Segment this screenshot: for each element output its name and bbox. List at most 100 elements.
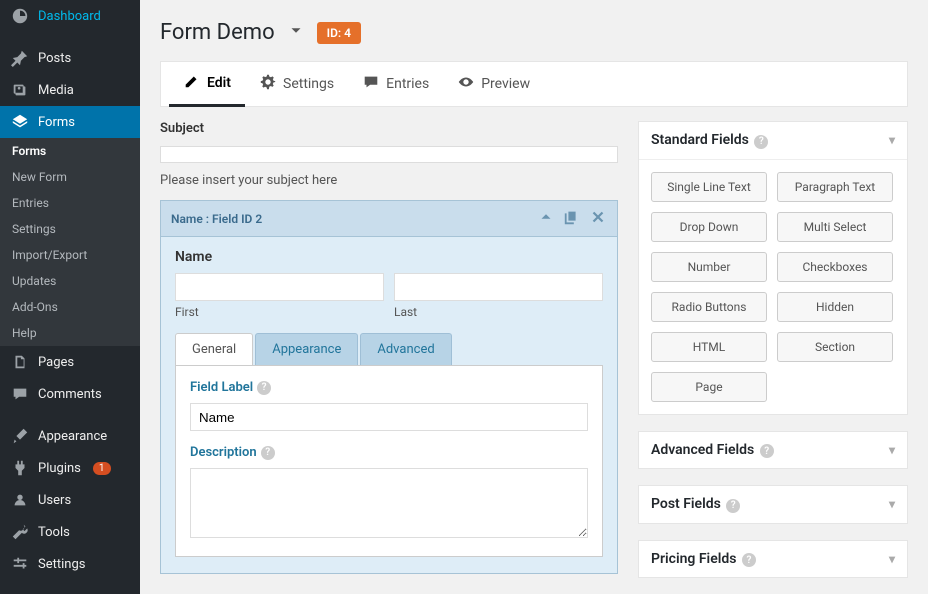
panel-body: Single Line Text Paragraph Text Drop Dow… bbox=[639, 160, 907, 414]
speech-icon bbox=[362, 73, 380, 95]
panel-title: Pricing Fields bbox=[651, 551, 736, 567]
help-icon[interactable]: ? bbox=[726, 499, 740, 513]
sidebar-sub-label: Forms bbox=[12, 144, 46, 158]
brush-icon bbox=[10, 426, 30, 446]
eye-icon bbox=[457, 73, 475, 95]
last-name-input[interactable] bbox=[394, 273, 603, 301]
field-settings-panel: Field Label ? Description ? bbox=[175, 365, 603, 557]
field-btn-label: Hidden bbox=[816, 300, 854, 314]
tab-preview[interactable]: Preview bbox=[443, 61, 544, 107]
sidebar-sub-forms[interactable]: Forms bbox=[0, 138, 140, 164]
help-icon[interactable]: ? bbox=[261, 446, 275, 460]
close-icon[interactable] bbox=[589, 208, 607, 229]
help-icon[interactable]: ? bbox=[760, 444, 774, 458]
panel-header[interactable]: Standard Fields ? ▾ bbox=[639, 122, 907, 160]
duplicate-icon[interactable] bbox=[563, 208, 581, 229]
panel-header[interactable]: Post Fields ? ▾ bbox=[639, 486, 907, 523]
field-btn-label: Page bbox=[695, 380, 722, 394]
sidebar-item-plugins[interactable]: Plugins 1 bbox=[0, 452, 140, 484]
field-card-header[interactable]: Name : Field ID 2 bbox=[161, 201, 617, 237]
inner-tab-general[interactable]: General bbox=[175, 333, 253, 365]
field-label-input[interactable] bbox=[190, 403, 588, 431]
subject-label: Subject bbox=[160, 121, 618, 136]
form-switcher-dropdown[interactable] bbox=[287, 22, 305, 44]
panel-pricing-fields: Pricing Fields ? ▾ bbox=[638, 540, 908, 579]
help-icon[interactable]: ? bbox=[754, 135, 768, 149]
inner-tab-advanced[interactable]: Advanced bbox=[360, 333, 451, 365]
help-icon[interactable]: ? bbox=[742, 553, 756, 567]
field-btn-label: Radio Buttons bbox=[672, 300, 747, 314]
help-icon[interactable]: ? bbox=[257, 381, 271, 395]
field-btn-dropdown[interactable]: Drop Down bbox=[651, 212, 767, 242]
comments-icon bbox=[10, 384, 30, 404]
field-btn-radio[interactable]: Radio Buttons bbox=[651, 292, 767, 322]
tab-edit[interactable]: Edit bbox=[169, 61, 245, 107]
last-name-sublabel: Last bbox=[394, 305, 603, 319]
field-btn-hidden[interactable]: Hidden bbox=[777, 292, 893, 322]
pages-icon bbox=[10, 352, 30, 372]
pencil-icon bbox=[183, 72, 201, 94]
sidebar-item-pages[interactable]: Pages bbox=[0, 346, 140, 378]
field-btn-html[interactable]: HTML bbox=[651, 332, 767, 362]
sidebar-item-dashboard[interactable]: Dashboard bbox=[0, 0, 140, 32]
sidebar-item-comments[interactable]: Comments bbox=[0, 378, 140, 410]
subject-input[interactable] bbox=[160, 146, 618, 163]
field-btn-label: Drop Down bbox=[680, 220, 739, 234]
media-icon bbox=[10, 80, 30, 100]
sidebar-item-settings[interactable]: Settings bbox=[0, 548, 140, 580]
description-label-text: Description bbox=[190, 445, 257, 460]
sidebar-item-label: Comments bbox=[38, 387, 102, 402]
inner-tab-appearance[interactable]: Appearance bbox=[255, 333, 358, 365]
sidebar-sub-settings[interactable]: Settings bbox=[0, 216, 140, 242]
plugins-count-badge: 1 bbox=[93, 462, 111, 475]
tab-label: Preview bbox=[481, 76, 530, 92]
name-field-label: Name bbox=[175, 249, 603, 265]
first-name-input[interactable] bbox=[175, 273, 384, 301]
field-palette-column: Standard Fields ? ▾ Single Line Text Par… bbox=[638, 121, 908, 574]
sidebar-sub-new-form[interactable]: New Form bbox=[0, 164, 140, 190]
sidebar-item-tools[interactable]: Tools bbox=[0, 516, 140, 548]
sidebar-item-forms[interactable]: Forms bbox=[0, 106, 140, 138]
chevron-down-icon: ▾ bbox=[889, 133, 895, 147]
description-title: Description ? bbox=[190, 445, 588, 460]
sidebar-sub-import-export[interactable]: Import/Export bbox=[0, 242, 140, 268]
panel-header[interactable]: Pricing Fields ? ▾ bbox=[639, 541, 907, 578]
field-label-text: Field Label bbox=[190, 380, 253, 395]
tab-settings[interactable]: Settings bbox=[245, 61, 348, 107]
tab-label: Edit bbox=[207, 75, 231, 91]
gear-icon bbox=[259, 73, 277, 95]
inner-tab-label: Advanced bbox=[377, 342, 434, 357]
sidebar-item-media[interactable]: Media bbox=[0, 74, 140, 106]
sidebar-sub-updates[interactable]: Updates bbox=[0, 268, 140, 294]
sidebar-item-label: Settings bbox=[38, 557, 85, 572]
sidebar-item-appearance[interactable]: Appearance bbox=[0, 420, 140, 452]
inner-tab-label: Appearance bbox=[272, 342, 341, 357]
editor-content: Subject Please insert your subject here … bbox=[140, 121, 928, 594]
description-textarea[interactable] bbox=[190, 468, 588, 538]
field-btn-multiselect[interactable]: Multi Select bbox=[777, 212, 893, 242]
field-btn-label: Paragraph Text bbox=[795, 180, 875, 194]
field-btn-page[interactable]: Page bbox=[651, 372, 767, 402]
panel-title: Post Fields bbox=[651, 496, 721, 512]
field-btn-section[interactable]: Section bbox=[777, 332, 893, 362]
field-btn-single-line[interactable]: Single Line Text bbox=[651, 172, 767, 202]
field-card-title: Name : Field ID 2 bbox=[171, 212, 262, 226]
tools-icon bbox=[10, 522, 30, 542]
forms-icon bbox=[10, 112, 30, 132]
sidebar-sub-addons[interactable]: Add-Ons bbox=[0, 294, 140, 320]
collapse-icon[interactable] bbox=[537, 208, 555, 229]
page-titlebar: Form Demo ID: 4 bbox=[140, 0, 928, 61]
tab-entries[interactable]: Entries bbox=[348, 61, 443, 107]
field-btn-checkboxes[interactable]: Checkboxes bbox=[777, 252, 893, 282]
sidebar-item-posts[interactable]: Posts bbox=[0, 42, 140, 74]
sidebar-sub-help[interactable]: Help bbox=[0, 320, 140, 346]
sidebar-sub-entries[interactable]: Entries bbox=[0, 190, 140, 216]
panel-header[interactable]: Advanced Fields ? ▾ bbox=[639, 432, 907, 469]
field-btn-number[interactable]: Number bbox=[651, 252, 767, 282]
field-btn-paragraph[interactable]: Paragraph Text bbox=[777, 172, 893, 202]
sidebar-item-label: Forms bbox=[38, 115, 75, 130]
chevron-down-icon: ▾ bbox=[889, 443, 895, 457]
sidebar-sub-label: Add-Ons bbox=[12, 300, 58, 314]
first-name-sublabel: First bbox=[175, 305, 384, 319]
sidebar-item-users[interactable]: Users bbox=[0, 484, 140, 516]
